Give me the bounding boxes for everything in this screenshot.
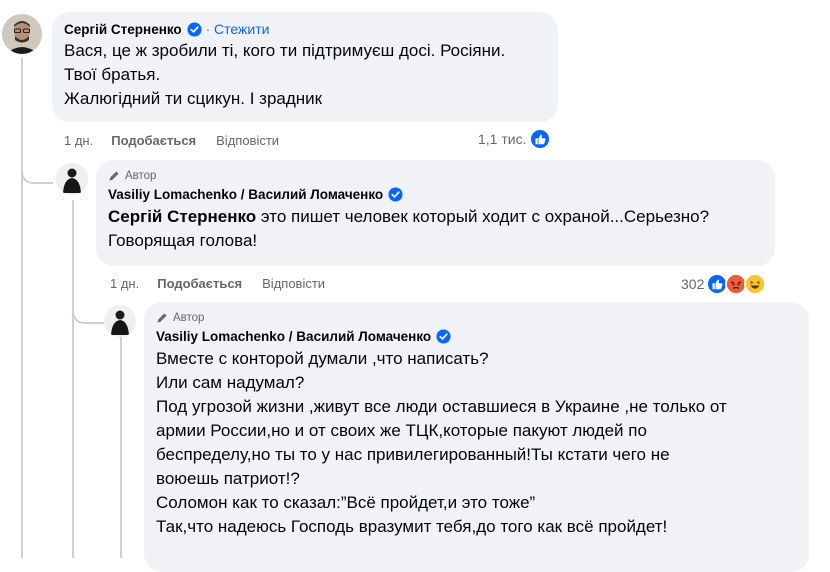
comment-author-name[interactable]: Vasiliy Lomachenko / Василий Ломаченко — [108, 186, 383, 203]
reaction-count: 302 — [681, 276, 705, 292]
avatar-lomachenko-image — [104, 305, 136, 337]
comment-3-line: Под угрозой жизни ,живут все люди оставш… — [156, 397, 727, 416]
avatar-lomachenko[interactable] — [56, 163, 88, 195]
comment-3-text: Вместе с конторой думали ,что написать? … — [156, 347, 797, 539]
pencil-icon — [157, 313, 167, 323]
comment-2-text: Сергій Стерненко это пишет человек котор… — [108, 205, 763, 253]
verified-badge-icon — [436, 329, 451, 344]
comment-bubble-2: Автор Vasiliy Lomachenko / Василий Ломач… — [96, 160, 775, 266]
comment-2-line: Сергій Стерненко это пишет человек котор… — [108, 205, 763, 229]
comment-1-text: Вася, це ж зробили ті, кого ти підтримує… — [64, 39, 546, 111]
verified-badge-icon — [187, 22, 202, 37]
thread-line-sub-2 — [120, 337, 122, 558]
comment-1-header: Сергій Стерненко · Стежити — [64, 21, 546, 38]
reply-button[interactable]: Відповісти — [262, 276, 325, 291]
comment-2-reactions[interactable]: 302 — [681, 273, 767, 295]
avatar-sternenko-image — [2, 14, 42, 54]
author-badge-label: Автор — [173, 312, 205, 324]
comment-2-actions: 1 дн. Подобається Відповісти — [110, 276, 345, 291]
comment-3-line: беспределу,но ты то у нас привилегирован… — [156, 445, 670, 464]
comment-3-line: Или сам надумал? — [156, 373, 305, 392]
thread-line-curve-1 — [21, 160, 53, 184]
comment-1-line: Вася, це ж зробили ті, кого ти підтримує… — [64, 41, 506, 60]
pencil-icon — [109, 171, 119, 181]
thread-line-curve-2 — [72, 298, 104, 324]
follow-button[interactable]: Стежити — [214, 21, 269, 38]
comment-author-name[interactable]: Сергій Стерненко — [64, 21, 182, 38]
comment-3-line: воюешь патриот!? — [156, 469, 300, 488]
comment-3-header: Vasiliy Lomachenko / Василий Ломаченко — [156, 328, 797, 345]
comment-3-line: армии России,но и от своих же ТЦК,которы… — [156, 421, 647, 440]
comment-bubble-3: Автор Vasiliy Lomachenko / Василий Ломач… — [144, 302, 809, 572]
comment-3-line: Так,что надеюсь Господь вразумит тебя,до… — [156, 517, 668, 536]
comment-author-name[interactable]: Vasiliy Lomachenko / Василий Ломаченко — [156, 328, 431, 345]
comment-3-line: Соломон как то сказал:”Всё пройдет,и это… — [156, 493, 536, 512]
reaction-count: 1,1 тис. — [478, 131, 527, 147]
comment-2-line: Говорящая голова! — [108, 231, 258, 250]
like-reaction-icon — [529, 128, 552, 150]
separator-dot: · — [205, 22, 211, 37]
thread-line-sub — [72, 200, 74, 558]
verified-badge-icon — [388, 187, 403, 202]
comment-timestamp[interactable]: 1 дн. — [110, 276, 139, 291]
haha-reaction-icon — [744, 273, 767, 295]
author-badge-label: Автор — [125, 170, 157, 182]
like-button[interactable]: Подобається — [157, 276, 242, 291]
avatar-lomachenko-image — [56, 163, 88, 195]
comment-2-header: Vasiliy Lomachenko / Василий Ломаченко — [108, 186, 763, 203]
comment-1-reactions[interactable]: 1,1 тис. — [478, 128, 552, 150]
comment-bubble-1: Сергій Стерненко · Стежити Вася, це ж зр… — [52, 12, 558, 122]
mention-link[interactable]: Сергій Стерненко — [108, 207, 256, 226]
reply-button[interactable]: Відповісти — [216, 133, 279, 148]
thread-line-main — [21, 58, 23, 558]
avatar-sternenko[interactable] — [2, 14, 42, 54]
comment-1-line: Твої братья. — [64, 65, 161, 84]
author-badge: Автор — [156, 311, 797, 325]
avatar-lomachenko[interactable] — [104, 305, 136, 337]
comment-3-line: Вместе с конторой думали ,что написать? — [156, 349, 489, 368]
author-badge: Автор — [108, 169, 763, 183]
comment-1-actions: 1 дн. Подобається Відповісти — [64, 133, 299, 148]
comment-1-line: Жалюгідний ти сцикун. І зрадник — [64, 89, 323, 108]
comment-2-line-rest: это пишет человек который ходит с охрано… — [256, 207, 710, 226]
comment-timestamp[interactable]: 1 дн. — [64, 133, 93, 148]
like-button[interactable]: Подобається — [111, 133, 196, 148]
